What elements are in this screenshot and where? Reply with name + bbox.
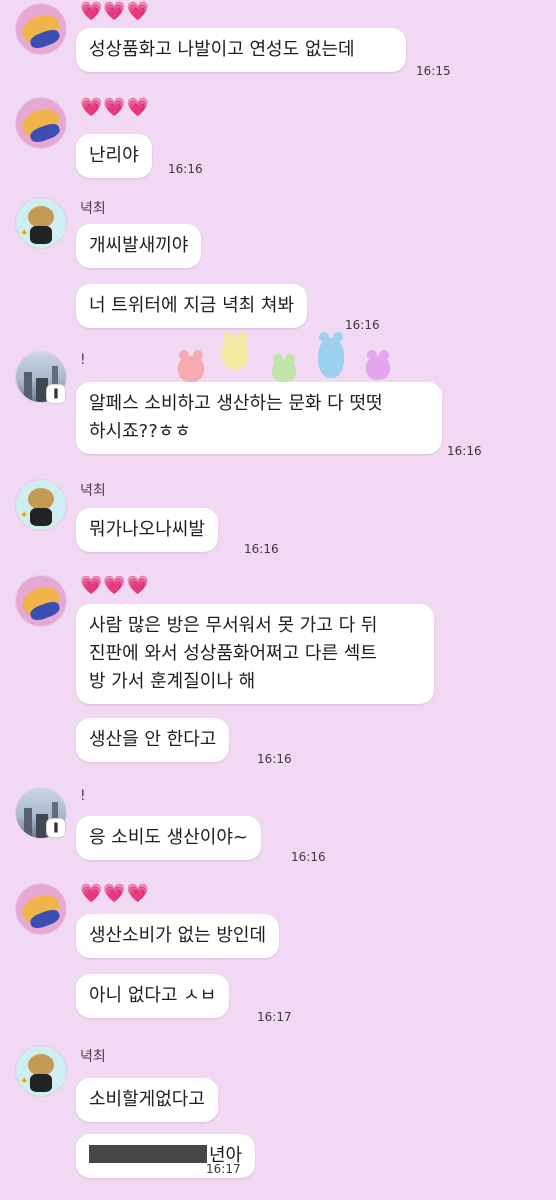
message-bubble[interactable]: 난리야 (76, 134, 152, 178)
message-text-line: 사람 많은 방은 무서워서 못 가고 다 뒤 (89, 615, 378, 636)
timestamp: 16:16 (447, 444, 482, 458)
app-badge-icon: ❚ (46, 818, 66, 838)
sender-name-nyeok: 녁최 (80, 483, 106, 499)
sender-name-hearts: 💗💗💗 (80, 883, 151, 904)
message-text: 너 트위터에 지금 녁최 쳐봐 (89, 295, 295, 316)
message-bubble[interactable]: 사람 많은 방은 무서워서 못 가고 다 뒤 진판에 와서 성상품화어쩌고 다른… (76, 604, 434, 704)
avatar-hearts[interactable] (16, 4, 66, 54)
message-text-line: 방 가서 훈계질이나 해 (89, 671, 256, 692)
message-text: 응 소비도 생산이야~ (89, 827, 249, 848)
gummy-bear-decoration (366, 350, 390, 380)
avatar-hearts[interactable] (16, 576, 66, 626)
avatar-nyeok[interactable]: ✦ (16, 480, 66, 530)
message-text: 생산을 안 한다고 (89, 729, 217, 750)
message-text: 생산소비가 없는 방인데 (89, 925, 267, 946)
message-text-line: 알페스 소비하고 생산하는 문화 다 떳떳 (89, 393, 383, 414)
message-text-line: 진판에 와서 성상품화어쩌고 다른 섹트 (89, 643, 377, 664)
message-text: 난리야 (89, 145, 139, 166)
redaction-block (89, 1145, 207, 1163)
avatar-nyeok[interactable]: ✦ (16, 1046, 66, 1096)
message-text: 성상품화고 나발이고 연성도 없는데 (89, 39, 355, 60)
message-bubble[interactable]: 너 트위터에 지금 녁최 쳐봐 (76, 284, 308, 328)
gummy-bear-decoration (222, 332, 248, 370)
timestamp: 16:17 (206, 1162, 241, 1176)
message-bubble[interactable]: 생산소비가 없는 방인데 (76, 914, 280, 958)
message-bubble[interactable]: 아니 없다고 ㅅㅂ (76, 974, 230, 1018)
message-text: 뭐가나오나씨발 (89, 519, 205, 540)
message-bubble[interactable]: 성상품화고 나발이고 연성도 없는데 (76, 28, 406, 72)
message-bubble[interactable]: 생산을 안 한다고 (76, 718, 230, 762)
sender-name-hearts: 💗💗💗 (80, 97, 151, 118)
app-badge-icon: ❚ (46, 384, 66, 404)
message-bubble[interactable]: 응 소비도 생산이야~ (76, 816, 262, 860)
avatar-hearts[interactable] (16, 98, 66, 148)
message-text: 아니 없다고 ㅅㅂ (89, 985, 217, 1006)
sender-name-nyeok: 녁최 (80, 1049, 106, 1065)
message-bubble[interactable]: 소비할게없다고 (76, 1078, 218, 1122)
message-bubble[interactable]: 개씨발새끼야 (76, 224, 202, 268)
sender-name-hearts: 💗💗💗 (80, 1, 151, 22)
message-text: 소비할게없다고 (89, 1089, 205, 1110)
gummy-bear-decoration (178, 350, 204, 382)
message-text: 개씨발새끼야 (89, 235, 189, 256)
timestamp: 16:17 (257, 1010, 292, 1024)
sender-name-excl: ! (80, 788, 86, 804)
timestamp: 16:16 (291, 850, 326, 864)
message-bubble[interactable]: 뭐가나오나씨발 (76, 508, 218, 552)
timestamp: 16:16 (257, 752, 292, 766)
gummy-bear-decoration (318, 332, 344, 378)
sender-name-excl: ! (80, 352, 86, 368)
timestamp: 16:15 (416, 64, 451, 78)
sender-name-hearts: 💗💗💗 (80, 575, 151, 596)
message-text-line: 하시죠??ㅎㅎ (89, 421, 191, 442)
avatar-nyeok[interactable]: ✦ (16, 198, 66, 248)
gummy-bear-decoration (272, 354, 296, 382)
message-bubble[interactable]: 알페스 소비하고 생산하는 문화 다 떳떳 하시죠??ㅎㅎ (76, 382, 442, 454)
avatar-hearts[interactable] (16, 884, 66, 934)
timestamp: 16:16 (168, 162, 203, 176)
timestamp: 16:16 (244, 542, 279, 556)
timestamp: 16:16 (345, 318, 380, 332)
sender-name-nyeok: 녁최 (80, 201, 106, 217)
